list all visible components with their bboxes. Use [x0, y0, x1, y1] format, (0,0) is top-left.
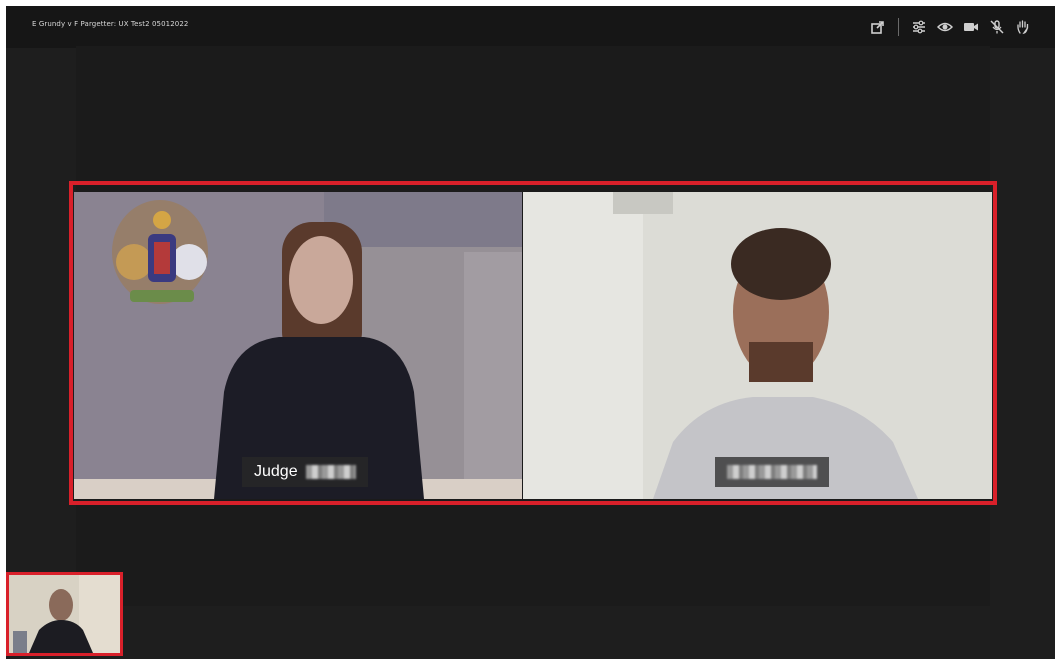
mute-microphone-icon[interactable] — [987, 17, 1007, 37]
self-view-thumbnail[interactable] — [6, 572, 123, 656]
hearing-toolbar — [868, 14, 1033, 40]
top-bar: E Grundy v F Pargetter: UX Test2 0501202… — [6, 6, 1055, 48]
toolbar-divider — [898, 18, 899, 36]
hearing-title: E Grundy v F Pargetter: UX Test2 0501202… — [32, 20, 189, 28]
raise-hand-icon[interactable] — [1013, 17, 1033, 37]
main-video-highlight-box — [69, 181, 997, 505]
settings-icon[interactable] — [909, 17, 929, 37]
video-camera-icon[interactable] — [961, 17, 981, 37]
eye-icon[interactable] — [935, 17, 955, 37]
share-icon[interactable] — [868, 17, 888, 37]
self-view-feed — [9, 575, 120, 653]
